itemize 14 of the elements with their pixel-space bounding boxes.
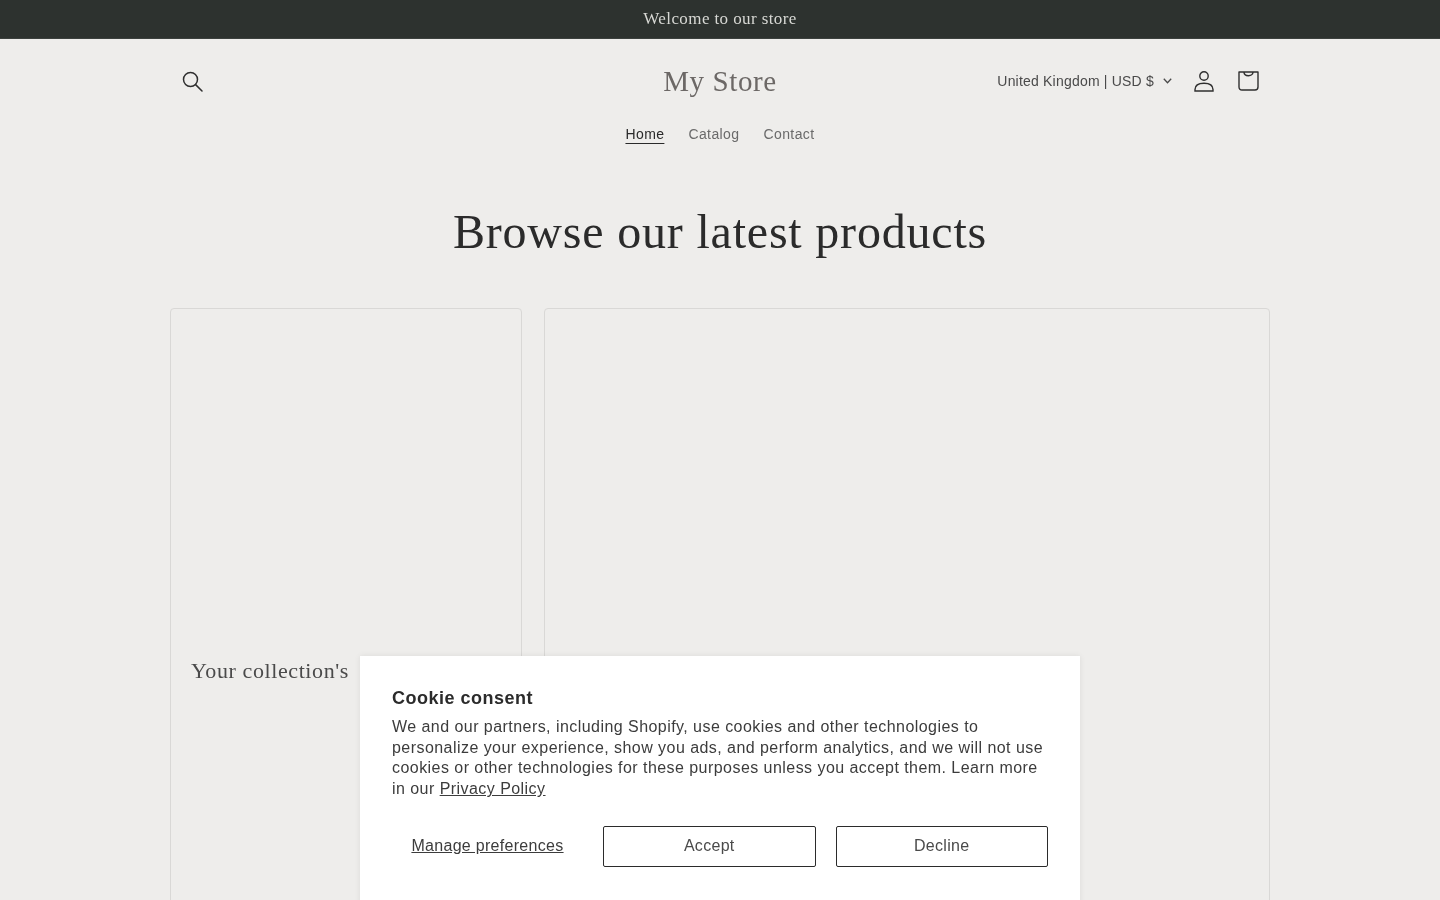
bag-icon — [1237, 71, 1259, 91]
card-title: Your collection's — [191, 657, 349, 685]
user-icon — [1194, 70, 1214, 92]
section-heading: Browse our latest products — [452, 204, 987, 260]
announcement-text: Welcome to our store — [643, 9, 797, 29]
nav-link[interactable]: Catalog — [676, 122, 752, 146]
search-icon — [181, 70, 203, 92]
cookie-button[interactable]: Accept — [603, 825, 816, 867]
cookie-button[interactable]: Decline — [835, 825, 1048, 867]
country-selector[interactable]: United Kingdom | USD $ — [997, 59, 1182, 103]
nav-link[interactable]: Contact — [751, 122, 827, 146]
store-logo[interactable]: My Store — [663, 64, 777, 98]
caret-icon — [1163, 78, 1172, 84]
nav-link[interactable]: Home — [613, 122, 677, 146]
